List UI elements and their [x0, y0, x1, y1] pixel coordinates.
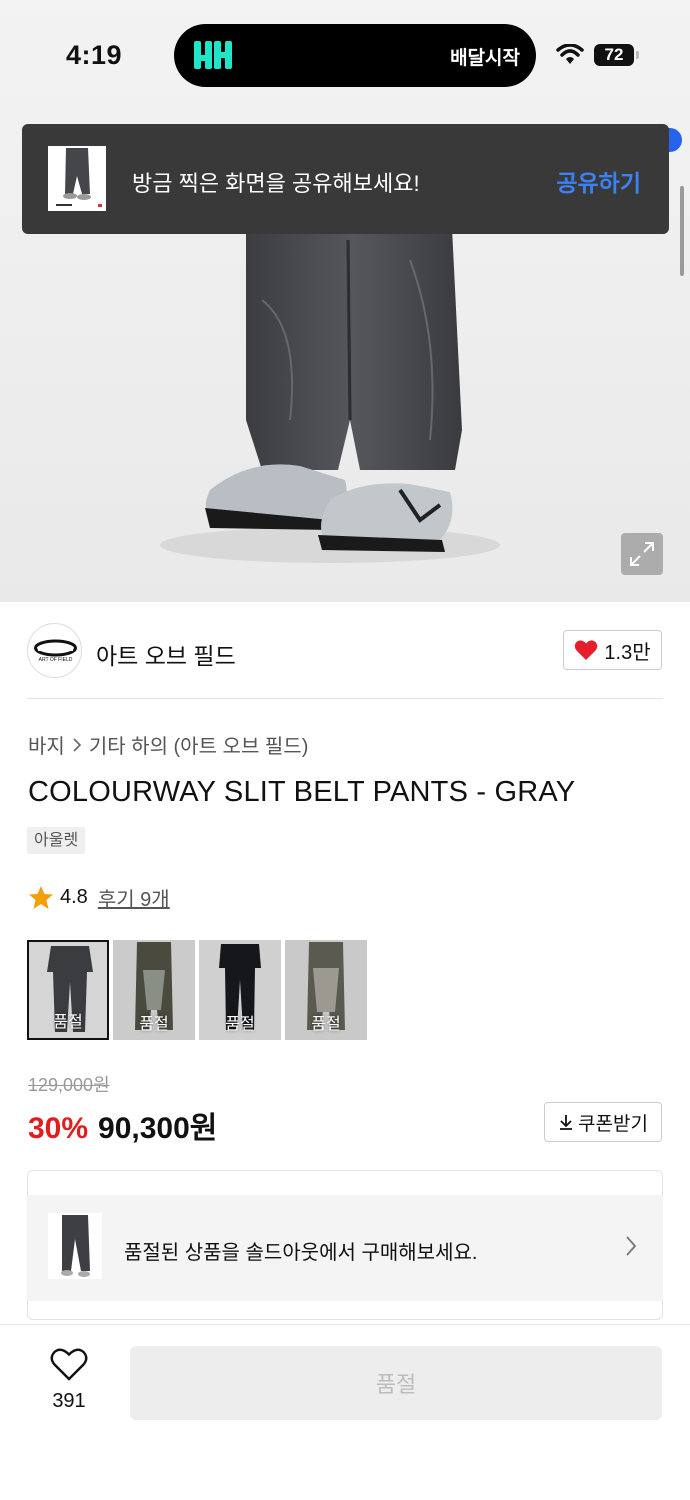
island-status-text: 배달시작: [450, 48, 520, 69]
breadcrumb: 바지 기타 하의 (아트 오브 필드): [28, 730, 308, 759]
soldout-purchase-button[interactable]: 품절: [130, 1346, 662, 1420]
toast-message: 방금 찍은 화면을 공유해보세요!: [132, 171, 420, 196]
color-option-4[interactable]: 품절: [285, 940, 367, 1040]
soldout-market-banner[interactable]: 품절된 상품을 솔드아웃에서 구매해보세요.: [27, 1195, 663, 1301]
coupon-button[interactable]: 쿠폰받기: [544, 1102, 662, 1142]
wifi-icon: [556, 44, 584, 64]
scrollbar[interactable]: [680, 186, 684, 276]
product-image[interactable]: [0, 0, 690, 602]
chevron-right-icon: [626, 1236, 637, 1256]
star-icon: [29, 886, 53, 909]
divider: [27, 698, 663, 699]
breadcrumb-category[interactable]: 바지: [28, 730, 65, 759]
final-price: 90,300원: [98, 1112, 218, 1145]
battery-indicator: 72: [594, 44, 634, 66]
review-link[interactable]: 후기 9개: [98, 883, 170, 912]
dynamic-island[interactable]: 배달시작: [174, 24, 536, 87]
breadcrumb-subcategory[interactable]: 기타 하의 (아트 오브 필드): [89, 730, 309, 759]
status-time: 4:19: [66, 40, 123, 70]
price-row: 30% 90,300원: [28, 1103, 217, 1147]
wish-count: 391: [52, 1390, 86, 1412]
color-option-1[interactable]: 품절: [27, 940, 109, 1040]
soldout-label: 품절: [53, 1014, 83, 1031]
coupon-label: 쿠폰받기: [578, 1113, 648, 1135]
discount-rate: 30%: [28, 1112, 89, 1145]
brand-like-button[interactable]: 1.3만: [563, 630, 662, 670]
heart-filled-icon: [575, 640, 598, 660]
brand-name[interactable]: 아트 오브 필드: [96, 637, 236, 671]
soldout-label: 품절: [311, 1016, 341, 1033]
color-option-2[interactable]: 품절: [113, 940, 195, 1040]
outlet-badge: 아울렛: [27, 827, 86, 854]
brand-logo[interactable]: ART OF FIELD: [27, 623, 82, 678]
soldout-banner-thumbnail: [48, 1213, 102, 1279]
soldout-label: 품절: [225, 1016, 255, 1033]
rating-row: 4.8 후기 9개: [28, 883, 170, 912]
original-price: 129,000원: [28, 1075, 110, 1095]
heart-outline-icon[interactable]: [50, 1348, 88, 1382]
rating-score: 4.8: [60, 886, 88, 908]
download-icon: [560, 1115, 573, 1130]
soldout-banner-text: 품절된 상품을 솔드아웃에서 구매해보세요.: [124, 1242, 478, 1264]
expand-icon: [630, 542, 654, 566]
color-option-3[interactable]: 품절: [199, 940, 281, 1040]
chevron-right-icon: [73, 737, 81, 752]
screenshot-thumbnail[interactable]: [48, 146, 106, 211]
brand-logo-icon: ART OF FIELD: [34, 639, 77, 663]
soldout-label: 품절: [139, 1016, 169, 1033]
share-toast: 방금 찍은 화면을 공유해보세요! 공유하기: [22, 124, 669, 234]
share-button[interactable]: 공유하기: [556, 164, 641, 198]
expand-image-button[interactable]: [621, 533, 663, 575]
brand-logo-text: ART OF FIELD: [39, 657, 73, 663]
battery-nub: [636, 51, 639, 59]
delivery-app-logo-icon: [194, 41, 232, 69]
brand-like-count: 1.3만: [604, 641, 651, 664]
product-photo: [160, 228, 500, 563]
product-title: COLOURWAY SLIT BELT PANTS - GRAY: [28, 776, 576, 808]
